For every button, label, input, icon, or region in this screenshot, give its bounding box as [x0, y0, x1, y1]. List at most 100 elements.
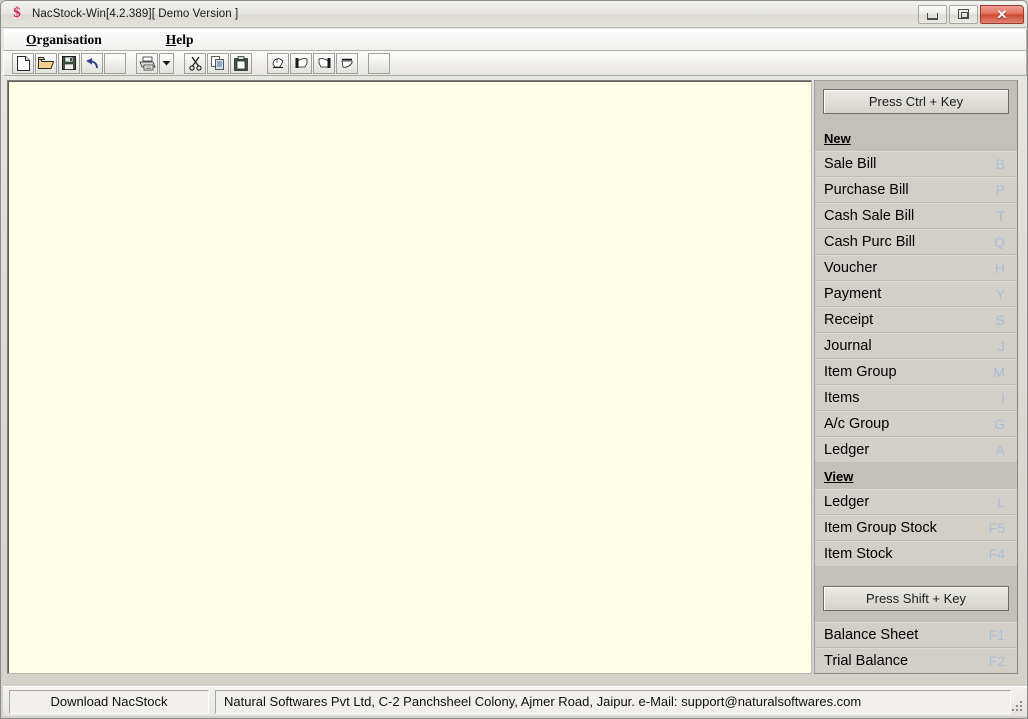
shortcut-row[interactable]: Balance Sheet F1: [815, 622, 1017, 648]
undo-button[interactable]: [81, 52, 103, 74]
menu-help-label: elp: [176, 31, 194, 47]
shortcut-sidebar: Press Ctrl + Key New Sale Bill B Purchase …: [814, 80, 1018, 674]
section-header-new: New: [815, 125, 1017, 151]
cut-icon: [188, 56, 202, 71]
shortcut-key: G: [994, 416, 1005, 432]
shortcut-row[interactable]: Cash Sale Bill T: [815, 203, 1017, 229]
shortcut-key: F5: [988, 520, 1005, 536]
shortcut-label: A/c Group: [824, 416, 890, 432]
toolbar-blank-button-trailing[interactable]: [368, 52, 390, 74]
toolbar-blank-button[interactable]: [104, 52, 126, 74]
save-icon: [62, 56, 76, 70]
copy-icon: [211, 55, 224, 70]
shortcut-key: Y: [995, 286, 1005, 302]
sidebar-gap-3: [815, 611, 1017, 622]
resize-grip-icon[interactable]: [1010, 699, 1024, 713]
shortcut-row[interactable]: Sale Bill B: [815, 151, 1017, 177]
menu-item-organisation[interactable]: Organisation: [16, 31, 112, 50]
shortcut-key: Q: [994, 234, 1005, 250]
shortcut-row[interactable]: Cash Purc Bill Q: [815, 229, 1017, 255]
paste-icon: [234, 55, 248, 71]
section-header-new-label: New: [824, 130, 851, 146]
new-file-icon: [16, 55, 30, 71]
print-dropdown-button[interactable]: [159, 52, 174, 74]
status-company-info: Natural Softwares Pvt Ltd, C-2 Panchshee…: [215, 689, 1011, 714]
shortcut-label: Trial Balance: [824, 653, 909, 669]
shortcut-key: L: [997, 494, 1005, 510]
first-record-button[interactable]: [267, 52, 289, 74]
mdi-client-area[interactable]: [7, 80, 812, 674]
close-button[interactable]: ✕: [980, 4, 1024, 24]
shortcut-row[interactable]: Receipt S: [815, 307, 1017, 333]
print-icon: [138, 56, 156, 70]
press-shift-key-button[interactable]: Press Shift + Key: [823, 586, 1009, 611]
new-shortcut-list: Sale Bill B Purchase Bill P Cash Sale Bill T C…: [815, 151, 1017, 463]
next-record-button[interactable]: [313, 52, 335, 74]
shortcut-key: J: [998, 338, 1005, 354]
shortcut-label: Ledger: [824, 442, 870, 458]
menu-organisation-accelerator: O: [26, 31, 37, 47]
menu-bar: Organisation Help: [3, 29, 1027, 51]
status-bar: Download NacStock Natural Softwares Pvt …: [3, 686, 1027, 716]
section-header-view: View: [815, 463, 1017, 489]
minimize-button[interactable]: [918, 4, 947, 24]
shortcut-label: Cash Sale Bill: [824, 208, 915, 224]
sidebar-gap-2: [815, 567, 1017, 578]
last-record-button[interactable]: [336, 52, 358, 74]
paste-button[interactable]: [230, 52, 252, 74]
menu-organisation-label: rganisation: [36, 31, 102, 47]
open-folder-button[interactable]: [35, 52, 57, 74]
press-ctrl-key-button[interactable]: Press Ctrl + Key: [823, 89, 1009, 114]
chevron-down-icon: [162, 61, 171, 66]
window-title: NacStock-Win[4.2.389][ Demo Version ]: [32, 8, 239, 20]
shortcut-label: Voucher: [824, 260, 878, 276]
restore-icon: [958, 9, 969, 19]
shortcut-row[interactable]: A/c Group G: [815, 411, 1017, 437]
previous-record-button[interactable]: [290, 52, 312, 74]
menu-item-help[interactable]: Help: [156, 31, 204, 50]
status-download-link[interactable]: Download NacStock: [9, 689, 209, 714]
shortcut-row[interactable]: Journal J: [815, 333, 1017, 359]
shortcut-label: Item Group: [824, 364, 897, 380]
shortcut-row[interactable]: Payment Y: [815, 281, 1017, 307]
undo-icon: [85, 57, 98, 68]
save-button[interactable]: [58, 52, 80, 74]
cut-button[interactable]: [184, 52, 206, 74]
shortcut-key: T: [996, 208, 1005, 224]
copy-button[interactable]: [207, 52, 229, 74]
shortcut-label: Ledger: [824, 494, 870, 510]
last-record-icon: [341, 58, 352, 68]
shortcut-label: Item Group Stock: [824, 520, 937, 536]
shortcut-row[interactable]: Ledger L: [815, 489, 1017, 515]
shortcut-key: F1: [988, 627, 1005, 643]
shortcut-label: Cash Purc Bill: [824, 234, 916, 250]
open-folder-icon: [38, 57, 54, 69]
shortcut-row[interactable]: Ledger A: [815, 437, 1017, 463]
shortcut-row[interactable]: Item Group M: [815, 359, 1017, 385]
section-header-view-label: View: [824, 468, 854, 484]
toolbar-separator-4: [359, 53, 368, 74]
shortcut-row[interactable]: Trial Balance F2: [815, 648, 1017, 673]
first-record-icon: [272, 58, 284, 68]
toolbar-separator-1: [127, 53, 136, 74]
shortcut-label: Items: [824, 390, 860, 406]
restore-button[interactable]: [949, 4, 978, 24]
shortcut-key: S: [995, 312, 1005, 328]
window-controls: ✕: [916, 4, 1024, 24]
previous-record-icon: [295, 58, 307, 68]
shortcut-row[interactable]: Item Stock F4: [815, 541, 1017, 567]
shortcut-row[interactable]: Items I: [815, 385, 1017, 411]
shortcut-row[interactable]: Voucher H: [815, 255, 1017, 281]
print-button[interactable]: [136, 52, 158, 74]
shortcut-label: Item Stock: [824, 546, 893, 562]
shortcut-label: Journal: [824, 338, 872, 354]
shortcut-row[interactable]: Purchase Bill P: [815, 177, 1017, 203]
dollar-sign-icon: $: [13, 5, 21, 21]
shortcut-key: F2: [988, 653, 1005, 669]
title-bar: $ NacStock-Win[4.2.389][ Demo Version ] …: [1, 1, 1027, 28]
new-file-button[interactable]: [12, 52, 34, 74]
next-record-icon: [318, 58, 330, 68]
shortcut-row[interactable]: Item Group Stock F5: [815, 515, 1017, 541]
close-icon: ✕: [996, 6, 1008, 22]
shortcut-label: Receipt: [824, 312, 874, 328]
